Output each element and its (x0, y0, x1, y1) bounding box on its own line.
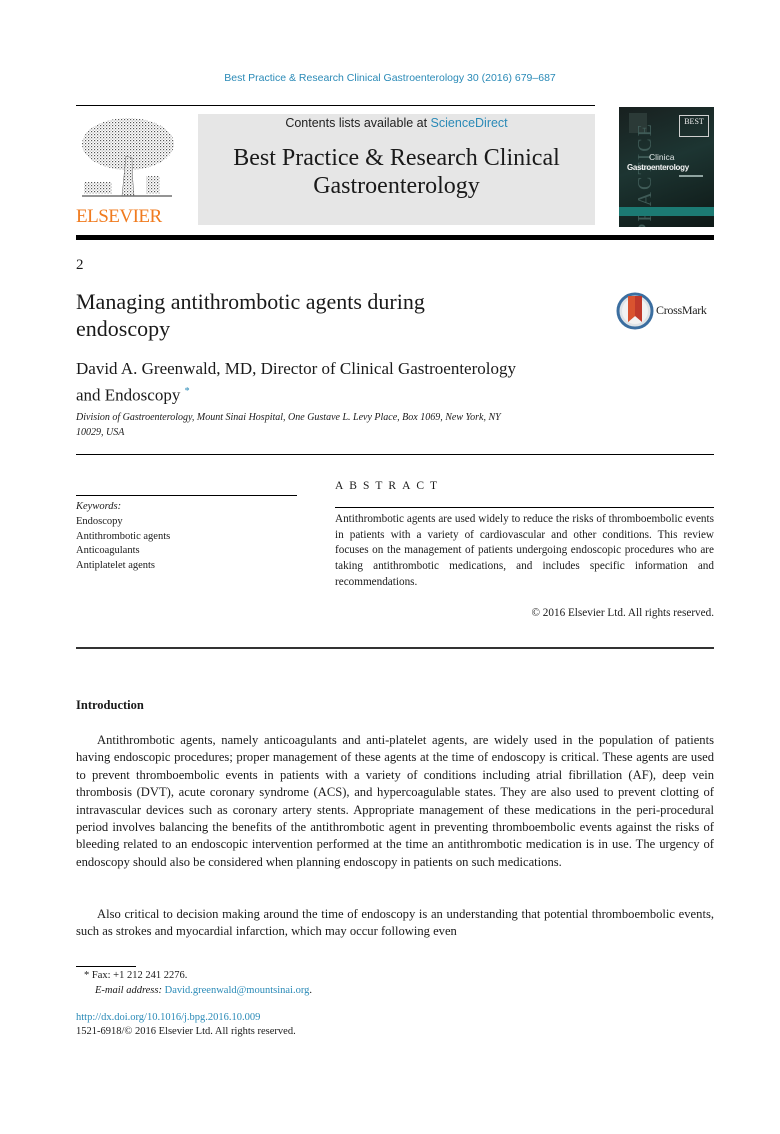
crossmark-button[interactable]: CrossMark (616, 292, 716, 330)
email-label: E-mail address: (95, 985, 162, 996)
cover-editor-line (679, 175, 703, 177)
footnote-email: E-mail address: David.greenwald@mountsin… (95, 985, 312, 996)
journal-title: Best Practice & Research Clinical Gastro… (198, 144, 595, 200)
article-title-line2: endoscopy (76, 316, 171, 341)
keyword-item: Anticoagulants (76, 545, 140, 556)
cover-stripe (619, 207, 714, 216)
footnote-divider (76, 966, 136, 967)
cover-best-badge: BEST (679, 115, 709, 137)
journal-title-line2: Gastroenterology (313, 173, 480, 199)
corresponding-author-marker[interactable]: * (185, 386, 190, 397)
elsevier-wordmark: ELSEVIER (76, 206, 162, 227)
affiliation-divider (76, 454, 714, 455)
abstract-copyright: © 2016 Elsevier Ltd. All rights reserved… (531, 607, 715, 619)
cover-subtitle-line2: Gastroenterology (627, 163, 689, 172)
email-suffix: . (309, 985, 313, 996)
article-title: Managing antithrombotic agents during en… (76, 288, 556, 342)
contents-available-line: Contents lists available at ScienceDirec… (198, 116, 595, 130)
crossmark-label: CrossMark (656, 303, 707, 317)
author-line1: David A. Greenwald, MD, Director of Clin… (76, 359, 516, 378)
footnote-fax: * Fax: +1 212 241 2276. (84, 970, 188, 981)
cover-subtitle-line1: Clinica (649, 152, 675, 162)
keyword-item: Antiplatelet agents (76, 559, 156, 571)
crossmark-icon (616, 292, 654, 330)
abstract-text: Antithrombotic agents are used widely to… (335, 513, 714, 588)
journal-reference-link[interactable]: Best Practice & Research Clinical Gastro… (0, 72, 780, 84)
journal-title-line1: Best Practice & Research Clinical (233, 145, 560, 171)
header-top-rule (76, 105, 595, 106)
article-number: 2 (76, 257, 84, 273)
contents-prefix: Contents lists available at (285, 116, 431, 130)
body-paragraph: Antithrombotic agents, namely anticoagul… (76, 733, 714, 869)
keywords-list: Endoscopy Antithrombotic agents Anticoag… (76, 515, 170, 573)
section-heading-introduction: Introduction (76, 698, 144, 712)
journal-cover-thumbnail[interactable]: BEST PRACTICE Clinica Gastroenterology (619, 107, 714, 227)
elsevier-tree-icon (82, 118, 174, 197)
body-paragraph: Also critical to decision making around … (76, 907, 714, 939)
keyword-item: Endoscopy (76, 516, 123, 527)
author-email-link[interactable]: David.greenwald@mountsinai.org (165, 985, 310, 996)
article-title-line1: Managing antithrombotic agents during (76, 289, 425, 314)
sciencedirect-link[interactable]: ScienceDirect (431, 116, 508, 130)
abstract-heading: ABSTRACT (335, 480, 444, 492)
affiliation: Division of Gastroenterology, Mount Sina… (76, 410, 606, 440)
issn-copyright-line: 1521-6918/© 2016 Elsevier Ltd. All right… (76, 1026, 296, 1037)
affiliation-line2: 10029, USA (76, 427, 125, 438)
doi-link[interactable]: http://dx.doi.org/10.1016/j.bpg.2016.10.… (76, 1012, 260, 1023)
abstract-bottom-divider (76, 647, 714, 649)
keywords-label: Keywords: (76, 501, 122, 512)
keywords-divider (76, 495, 297, 496)
author-block: David A. Greenwald, MD, Director of Clin… (76, 357, 636, 407)
affiliation-line1: Division of Gastroenterology, Mount Sina… (76, 412, 501, 423)
abstract-divider (335, 507, 714, 508)
author-line2: and Endoscopy (76, 385, 181, 405)
header-thick-rule (76, 235, 714, 240)
journal-masthead: Contents lists available at ScienceDirec… (198, 114, 595, 225)
keyword-item: Antithrombotic agents (76, 530, 171, 542)
